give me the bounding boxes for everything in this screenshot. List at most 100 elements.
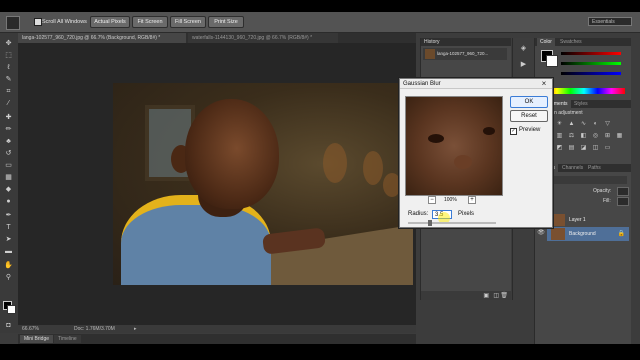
fill-input[interactable] xyxy=(617,197,629,206)
trash-icon[interactable]: 🗑 xyxy=(500,292,508,299)
bottom-panel-tabs: Mini Bridge Timeline xyxy=(18,334,416,344)
marquee-tool-icon[interactable]: ⬚ xyxy=(3,51,14,60)
channel-mixer-icon[interactable]: ⊞ xyxy=(603,132,612,140)
photo-filter-icon[interactable]: ◎ xyxy=(591,132,600,140)
tab-swatches[interactable]: Swatches xyxy=(557,38,585,46)
status-arrow-icon[interactable]: ▸ xyxy=(134,325,137,333)
tab-mini-bridge[interactable]: Mini Bridge xyxy=(20,335,54,343)
preview-zoom-control: − 100% + xyxy=(428,196,480,204)
layer-thumbnail xyxy=(551,228,565,240)
preview-label: Preview xyxy=(519,127,541,133)
pen-tool-icon[interactable]: ✒ xyxy=(3,211,14,220)
move-tool-icon[interactable]: ✥ xyxy=(3,39,14,48)
tools-panel: ✥ ⬚ ℓ ✎ ⌗ ⁄ ✚ ✏ ♣ ↺ ▭ ▦ ◆ ● ✒ T ➤ ▬ ✋ ⚲ … xyxy=(0,33,19,333)
hand-tool-icon[interactable]: ✋ xyxy=(3,261,14,270)
tab-paths[interactable]: Paths xyxy=(585,164,604,172)
zoom-tool-icon[interactable]: ⚲ xyxy=(3,273,14,282)
layer-row-layer-1[interactable]: 👁 Layer 1 xyxy=(537,213,629,227)
quick-mask-icon[interactable]: ◘ xyxy=(3,321,14,330)
history-brush-tool-icon[interactable]: ↺ xyxy=(3,149,14,158)
tab-styles[interactable]: Styles xyxy=(571,100,591,108)
tab-channels[interactable]: Channels xyxy=(559,164,586,172)
layer-row-background[interactable]: 👁 Background 🔒 xyxy=(537,227,629,241)
color-panel-bg-swatch[interactable] xyxy=(546,55,558,67)
radius-slider-thumb[interactable] xyxy=(428,220,432,226)
selective-color-icon[interactable]: ◫ xyxy=(591,144,600,152)
blue-slider[interactable] xyxy=(561,72,621,75)
status-bar: 66.67% Doc: 1.76M/3.70M ▸ xyxy=(18,325,416,333)
opacity-input[interactable] xyxy=(617,187,629,196)
history-snapshot-row[interactable]: langa-102577_960_720... xyxy=(423,48,507,60)
options-bar: Scroll All Windows Actual Pixels Fit Scr… xyxy=(0,12,640,33)
preview-checkbox-box[interactable]: ✓ xyxy=(510,128,517,135)
healing-brush-tool-icon[interactable]: ✚ xyxy=(3,113,14,122)
invert-icon[interactable]: ◩ xyxy=(555,144,564,152)
levels-icon[interactable]: ▲ xyxy=(567,120,576,128)
gradient-tool-icon[interactable]: ▦ xyxy=(3,173,14,182)
brush-tool-icon[interactable]: ✏ xyxy=(3,125,14,134)
history-footer: ▣ ◫ 🗑 xyxy=(421,291,511,300)
dodge-tool-icon[interactable]: ● xyxy=(3,197,14,206)
black-white-icon[interactable]: ◧ xyxy=(579,132,588,140)
gaussian-blur-dialog: Gaussian Blur × − 100% + OK Reset ✓ Prev… xyxy=(399,78,553,228)
green-slider[interactable] xyxy=(561,62,621,65)
color-lookup-icon[interactable]: ▦ xyxy=(615,132,624,140)
tab-waterfalls-document[interactable]: waterfalls-1144130_960_720.jpg @ 66.7% (… xyxy=(188,33,338,43)
eyedropper-tool-icon[interactable]: ⁄ xyxy=(3,99,14,108)
layer-name: Background xyxy=(569,231,596,237)
history-panel-title[interactable]: History xyxy=(421,38,511,46)
radius-unit: Pixels xyxy=(458,211,475,217)
scroll-all-checkbox[interactable] xyxy=(34,18,42,26)
threshold-icon[interactable]: ◪ xyxy=(579,144,588,152)
crop-tool-icon[interactable]: ⌗ xyxy=(3,87,14,96)
color-spectrum[interactable] xyxy=(543,88,625,94)
fill-screen-button[interactable]: Fill Screen xyxy=(170,16,206,28)
fit-screen-button[interactable]: Fit Screen xyxy=(132,16,168,28)
color-balance-icon[interactable]: ⚖ xyxy=(567,132,576,140)
curves-icon[interactable]: ∿ xyxy=(579,120,588,128)
ok-button[interactable]: OK xyxy=(510,96,548,108)
close-icon[interactable]: × xyxy=(540,79,548,89)
lasso-tool-icon[interactable]: ℓ xyxy=(3,63,14,72)
background-color-swatch[interactable] xyxy=(7,305,16,314)
vibrance-icon[interactable]: ▽ xyxy=(603,120,612,128)
actions-panel-icon[interactable]: ▶ xyxy=(518,60,529,69)
zoom-level[interactable]: 66.67% xyxy=(22,325,39,333)
zoom-out-button[interactable]: − xyxy=(428,196,436,204)
tab-color[interactable]: Color xyxy=(537,38,555,46)
eraser-tool-icon[interactable]: ▭ xyxy=(3,161,14,170)
quick-select-tool-icon[interactable]: ✎ xyxy=(3,75,14,84)
scroll-all-label: Scroll All Windows xyxy=(42,19,87,25)
history-panel-icon[interactable]: ◈ xyxy=(518,44,529,53)
new-document-icon[interactable]: ◫ xyxy=(493,292,499,299)
shape-tool-icon[interactable]: ▬ xyxy=(3,247,14,256)
reset-button[interactable]: Reset xyxy=(510,110,548,122)
radius-slider[interactable] xyxy=(408,220,496,226)
history-thumbnail xyxy=(425,49,435,59)
preview-zoom-value: 100% xyxy=(444,197,457,203)
visibility-eye-icon[interactable]: 👁 xyxy=(537,227,545,239)
lock-icon: 🔒 xyxy=(617,231,625,237)
actual-pixels-button[interactable]: Actual Pixels xyxy=(90,16,130,28)
new-snapshot-icon[interactable]: ▣ xyxy=(483,292,489,299)
hue-saturation-icon[interactable]: ▥ xyxy=(555,132,564,140)
path-select-tool-icon[interactable]: ➤ xyxy=(3,235,14,244)
zoom-in-button[interactable]: + xyxy=(468,196,476,204)
document-canvas[interactable] xyxy=(18,43,416,325)
red-slider[interactable] xyxy=(561,52,621,55)
exposure-icon[interactable]: ◐ xyxy=(591,120,600,128)
clone-stamp-tool-icon[interactable]: ♣ xyxy=(3,137,14,146)
workspace-switcher[interactable]: Essentials xyxy=(588,17,632,26)
blur-preview[interactable] xyxy=(405,96,503,196)
child-photo xyxy=(113,83,413,285)
tab-timeline[interactable]: Timeline xyxy=(54,335,81,343)
gradient-map-icon[interactable]: ▭ xyxy=(603,144,612,152)
hand-tool-icon[interactable] xyxy=(6,16,20,30)
photoshop-window: Scroll All Windows Actual Pixels Fit Scr… xyxy=(0,12,640,344)
blur-tool-icon[interactable]: ◆ xyxy=(3,185,14,194)
brightness-icon[interactable]: ☀ xyxy=(555,120,564,128)
tab-langa-document[interactable]: langa-102577_960_720.jpg @ 66.7% (Backgr… xyxy=(18,33,186,43)
posterize-icon[interactable]: ▤ xyxy=(567,144,576,152)
print-size-button[interactable]: Print Size xyxy=(208,16,244,28)
type-tool-icon[interactable]: T xyxy=(3,223,14,232)
